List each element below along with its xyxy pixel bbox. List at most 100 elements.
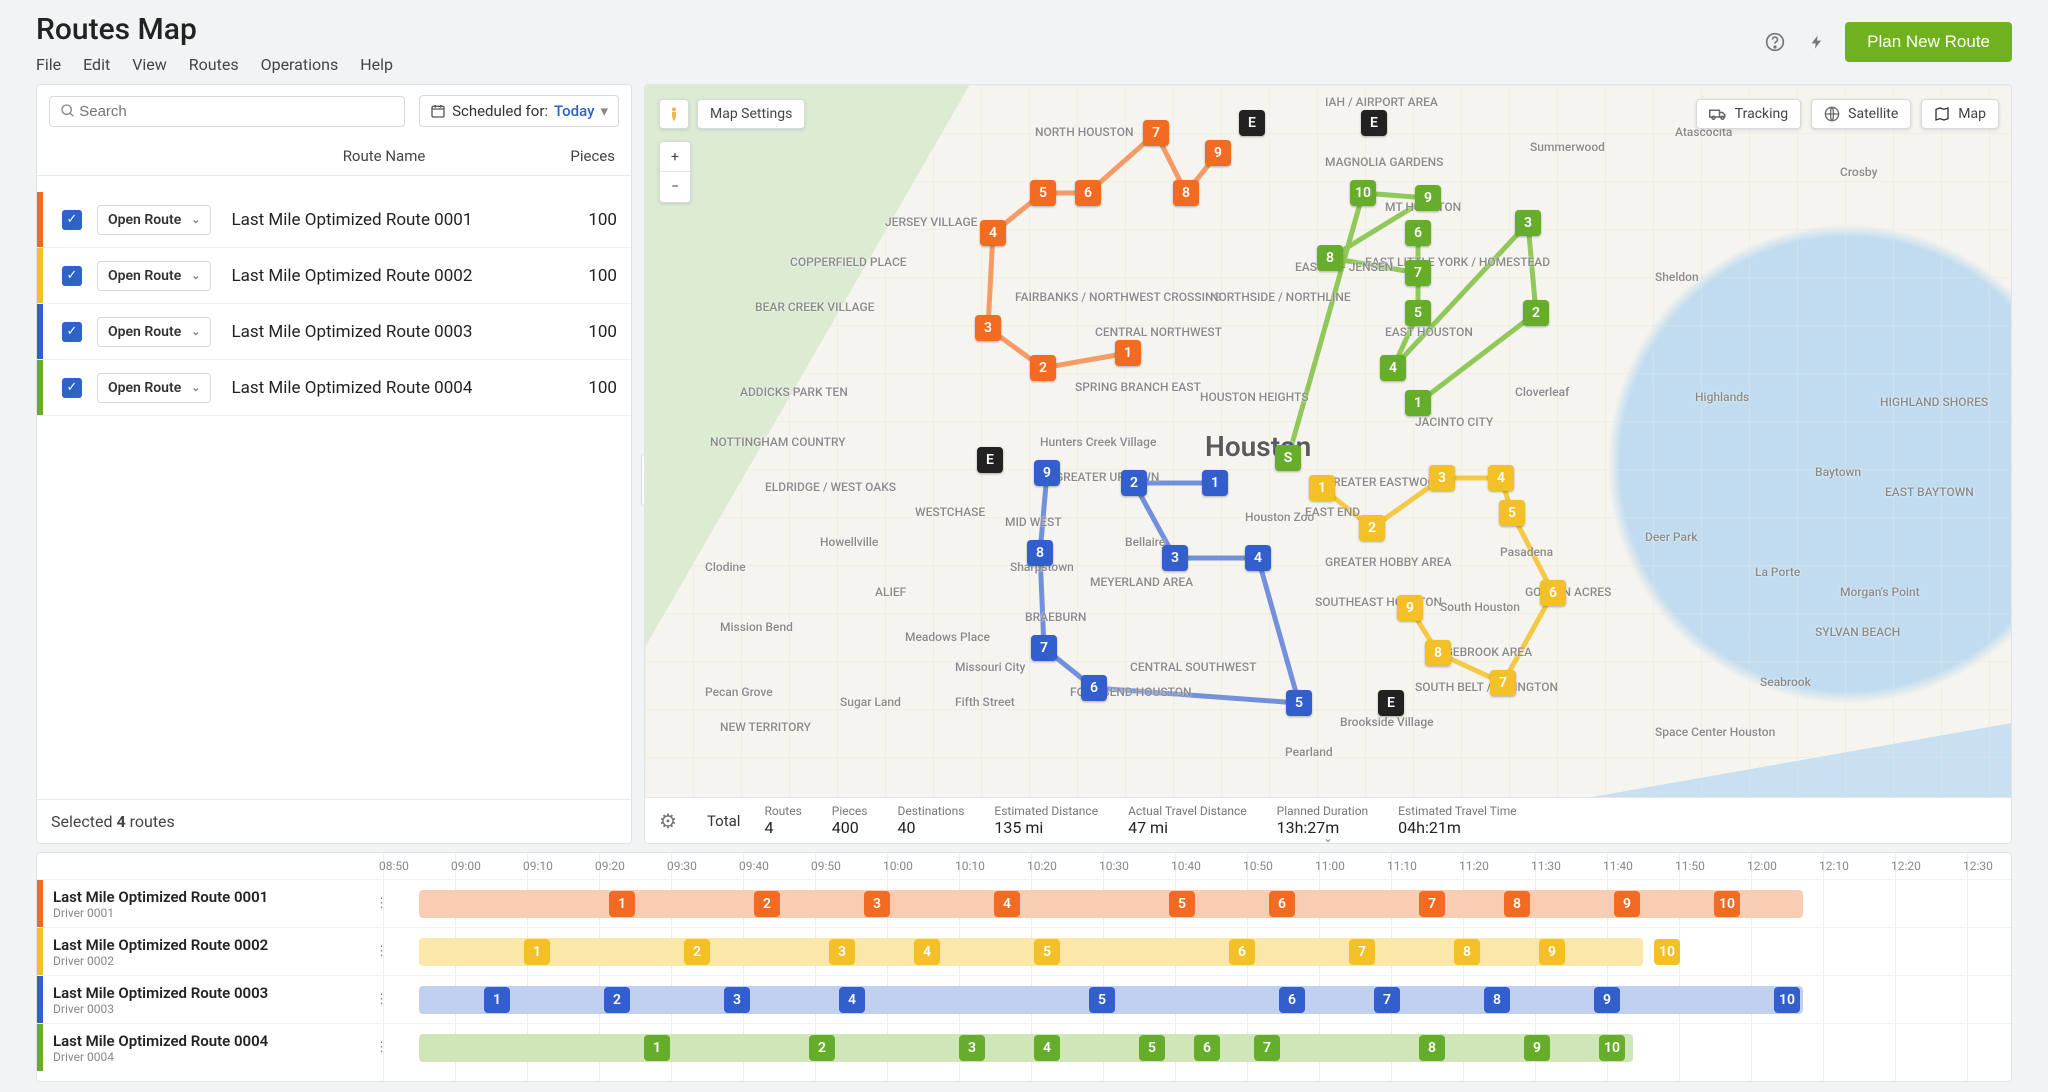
map-marker[interactable]: 3 (975, 315, 1001, 341)
map-marker[interactable]: 2 (1030, 355, 1056, 381)
gantt-stop[interactable]: 3 (724, 987, 750, 1013)
gantt-stop[interactable]: 1 (609, 891, 635, 917)
gantt-stop[interactable]: 1 (484, 987, 510, 1013)
gantt-stop[interactable]: 1 (644, 1035, 670, 1061)
map-marker[interactable]: 1 (1309, 475, 1335, 501)
satellite-toggle[interactable]: Satellite (1811, 99, 1911, 129)
map-marker[interactable]: 9 (1205, 140, 1231, 166)
gantt-stop[interactable]: 10 (1599, 1035, 1625, 1061)
map-marker[interactable]: 7 (1143, 120, 1169, 146)
map-marker[interactable]: 1 (1115, 340, 1141, 366)
map-marker[interactable]: 7 (1490, 670, 1516, 696)
map-marker[interactable]: 10 (1350, 180, 1376, 206)
map-marker[interactable]: 8 (1317, 245, 1343, 271)
scheduled-for-button[interactable]: Scheduled for: Today ▾ (419, 95, 619, 127)
map-marker[interactable]: E (1239, 110, 1265, 136)
gantt-stop[interactable]: 1 (524, 939, 550, 965)
gantt-bar[interactable]: 12345678910 (419, 986, 1803, 1014)
gantt-stop[interactable]: 6 (1279, 987, 1305, 1013)
route-row[interactable]: ✓Open Route⌄Last Mile Optimized Route 00… (37, 192, 631, 248)
search-input-wrap[interactable] (49, 96, 405, 127)
route-row[interactable]: ✓Open Route⌄Last Mile Optimized Route 00… (37, 360, 631, 416)
search-input[interactable] (79, 103, 394, 120)
gantt-stop[interactable]: 9 (1539, 939, 1565, 965)
tracking-toggle[interactable]: Tracking (1696, 99, 1801, 129)
gantt-stop[interactable]: 2 (684, 939, 710, 965)
menu-routes[interactable]: Routes (189, 55, 239, 74)
gantt-stop[interactable]: 5 (1139, 1035, 1165, 1061)
gantt-stop[interactable]: 10 (1714, 891, 1740, 917)
map-settings-button[interactable]: Map Settings (697, 99, 805, 129)
route-checkbox[interactable]: ✓ (62, 210, 82, 230)
gantt-stop[interactable]: 2 (809, 1035, 835, 1061)
map-marker[interactable]: 7 (1031, 635, 1057, 661)
map-marker[interactable]: 4 (1380, 355, 1406, 381)
route-row[interactable]: ✓Open Route⌄Last Mile Optimized Route 00… (37, 248, 631, 304)
gantt-stop[interactable]: 5 (1089, 987, 1115, 1013)
gantt-stop[interactable]: 10 (1654, 939, 1680, 965)
menu-file[interactable]: File (36, 55, 61, 74)
map-marker[interactable]: 3 (1515, 210, 1541, 236)
row-menu-button[interactable]: ⋮ (367, 1040, 396, 1055)
map-marker[interactable]: S (1275, 445, 1301, 471)
map-marker[interactable]: 8 (1173, 180, 1199, 206)
gantt-stop[interactable]: 6 (1269, 891, 1295, 917)
gantt-stop[interactable]: 4 (839, 987, 865, 1013)
gantt-bar[interactable]: 12345678910 (419, 938, 1643, 966)
map-marker[interactable]: 7 (1405, 260, 1431, 286)
plan-new-route-button[interactable]: Plan New Route (1845, 22, 2012, 62)
map-marker[interactable]: 4 (1488, 465, 1514, 491)
map-toggle[interactable]: Map (1921, 99, 1999, 129)
map-marker[interactable]: 9 (1415, 185, 1441, 211)
map-marker[interactable]: 6 (1081, 675, 1107, 701)
bolt-icon[interactable] (1803, 28, 1831, 56)
zoom-in-button[interactable]: + (660, 142, 690, 172)
row-menu-button[interactable]: ⋮ (367, 896, 396, 911)
streetview-pegman[interactable] (659, 99, 689, 129)
map-marker[interactable]: 5 (1286, 690, 1312, 716)
map-marker[interactable]: 8 (1425, 640, 1451, 666)
zoom-out-button[interactable]: − (660, 172, 690, 202)
gantt-stop[interactable]: 8 (1484, 987, 1510, 1013)
gantt-stop[interactable]: 4 (994, 891, 1020, 917)
gantt-stop[interactable]: 5 (1169, 891, 1195, 917)
row-menu-button[interactable]: ⋮ (367, 944, 396, 959)
gantt-stop[interactable]: 3 (864, 891, 890, 917)
open-route-button[interactable]: Open Route⌄ (97, 317, 211, 347)
map-canvas[interactable] (645, 85, 2011, 843)
gantt-stop[interactable]: 5 (1034, 939, 1060, 965)
map-marker[interactable]: 6 (1075, 180, 1101, 206)
map-marker[interactable]: 5 (1030, 180, 1056, 206)
menu-help[interactable]: Help (360, 55, 393, 74)
open-route-button[interactable]: Open Route⌄ (97, 205, 211, 235)
gantt-stop[interactable]: 2 (604, 987, 630, 1013)
gantt-stop[interactable]: 7 (1374, 987, 1400, 1013)
map-marker[interactable]: E (1378, 690, 1404, 716)
gantt-stop[interactable]: 6 (1229, 939, 1255, 965)
map-marker[interactable]: 2 (1359, 515, 1385, 541)
map-marker[interactable]: 6 (1540, 580, 1566, 606)
menu-view[interactable]: View (132, 55, 167, 74)
map-marker[interactable]: 8 (1027, 540, 1053, 566)
map-marker[interactable]: 3 (1162, 545, 1188, 571)
map-marker[interactable]: 6 (1405, 220, 1431, 246)
map-marker[interactable]: E (1361, 110, 1387, 136)
route-checkbox[interactable]: ✓ (62, 322, 82, 342)
gantt-stop[interactable]: 9 (1524, 1035, 1550, 1061)
gantt-stop[interactable]: 8 (1419, 1035, 1445, 1061)
map-marker[interactable]: 5 (1499, 500, 1525, 526)
gantt-stop[interactable]: 3 (829, 939, 855, 965)
map-marker[interactable]: 2 (1523, 300, 1549, 326)
gantt-stop[interactable]: 4 (1034, 1035, 1060, 1061)
route-checkbox[interactable]: ✓ (62, 378, 82, 398)
open-route-button[interactable]: Open Route⌄ (97, 373, 211, 403)
map-marker[interactable]: 1 (1202, 470, 1228, 496)
gantt-stop[interactable]: 10 (1774, 987, 1800, 1013)
help-icon[interactable] (1761, 28, 1789, 56)
map-marker[interactable]: 5 (1405, 300, 1431, 326)
gantt-stop[interactable]: 8 (1504, 891, 1530, 917)
gantt-stop[interactable]: 4 (914, 939, 940, 965)
map-marker[interactable]: E (977, 447, 1003, 473)
gantt-stop[interactable]: 7 (1349, 939, 1375, 965)
gear-icon[interactable]: ⚙ (659, 809, 677, 833)
